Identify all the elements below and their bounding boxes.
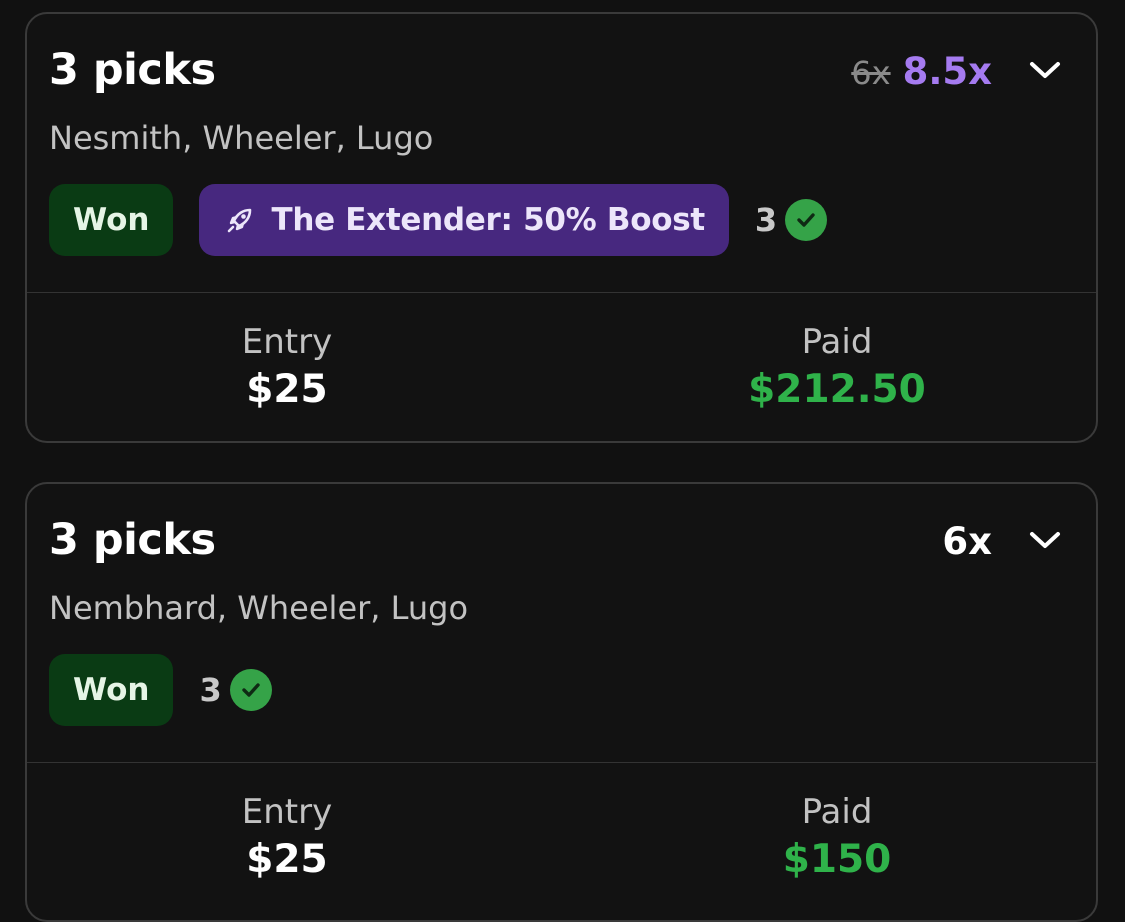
entry-title: 3 picks <box>49 515 216 565</box>
status-row: Won The Extender: 50% Boost 3 <box>49 184 828 256</box>
entry-value: $25 <box>246 837 328 882</box>
original-multiplier: 6x <box>851 54 891 92</box>
status-badge: Won <box>49 184 174 256</box>
check-circle-icon <box>229 669 272 711</box>
correct-count: 3 <box>754 199 828 241</box>
check-circle-icon <box>785 199 828 241</box>
paid-value: $212.50 <box>748 367 926 412</box>
status-badge: Won <box>49 654 174 726</box>
multiplier-group: 6x <box>942 520 992 564</box>
paid-label: Paid <box>801 322 873 362</box>
paid-amount: Paid $150 <box>687 791 987 885</box>
entry-amount: Entry $25 <box>137 321 437 415</box>
entry-card[interactable]: 3 picks 6x Nembhard, Wheeler, Lugo Won 3 <box>25 482 1098 922</box>
rocket-icon <box>228 208 252 233</box>
entry-card-header: 3 picks 6x Nembhard, Wheeler, Lugo Won 3 <box>27 484 1096 762</box>
entry-card[interactable]: 3 picks 6x 8.5x Nesmith, Wheeler, Lugo W… <box>25 12 1098 443</box>
player-names: Nembhard, Wheeler, Lugo <box>49 589 469 627</box>
paid-value: $150 <box>782 837 892 882</box>
status-row: Won 3 <box>49 654 272 726</box>
boost-badge[interactable]: The Extender: 50% Boost <box>199 184 729 256</box>
entry-value: $25 <box>246 367 328 412</box>
entry-amount: Entry $25 <box>137 791 437 885</box>
correct-count-value: 3 <box>754 201 778 239</box>
correct-count: 3 <box>199 669 272 711</box>
correct-count-value: 3 <box>199 671 222 709</box>
boost-label: The Extender: 50% Boost <box>271 202 705 238</box>
status-badge-label: Won <box>73 672 150 708</box>
player-names: Nesmith, Wheeler, Lugo <box>49 119 434 157</box>
chevron-down-icon[interactable] <box>1028 58 1062 82</box>
entry-summary: Entry $25 Paid $212.50 <box>27 293 1096 441</box>
chevron-down-icon[interactable] <box>1028 528 1062 552</box>
entry-title: 3 picks <box>49 45 216 95</box>
multiplier-group: 6x 8.5x <box>851 50 992 95</box>
boosted-multiplier: 8.5x <box>902 50 992 93</box>
paid-label: Paid <box>801 792 873 832</box>
entry-card-header: 3 picks 6x 8.5x Nesmith, Wheeler, Lugo W… <box>27 14 1096 292</box>
entry-summary: Entry $25 Paid $150 <box>27 763 1096 913</box>
status-badge-label: Won <box>73 202 150 238</box>
multiplier: 6x <box>942 520 992 563</box>
entry-label: Entry <box>241 792 333 832</box>
entry-label: Entry <box>241 322 333 362</box>
paid-amount: Paid $212.50 <box>687 321 987 415</box>
